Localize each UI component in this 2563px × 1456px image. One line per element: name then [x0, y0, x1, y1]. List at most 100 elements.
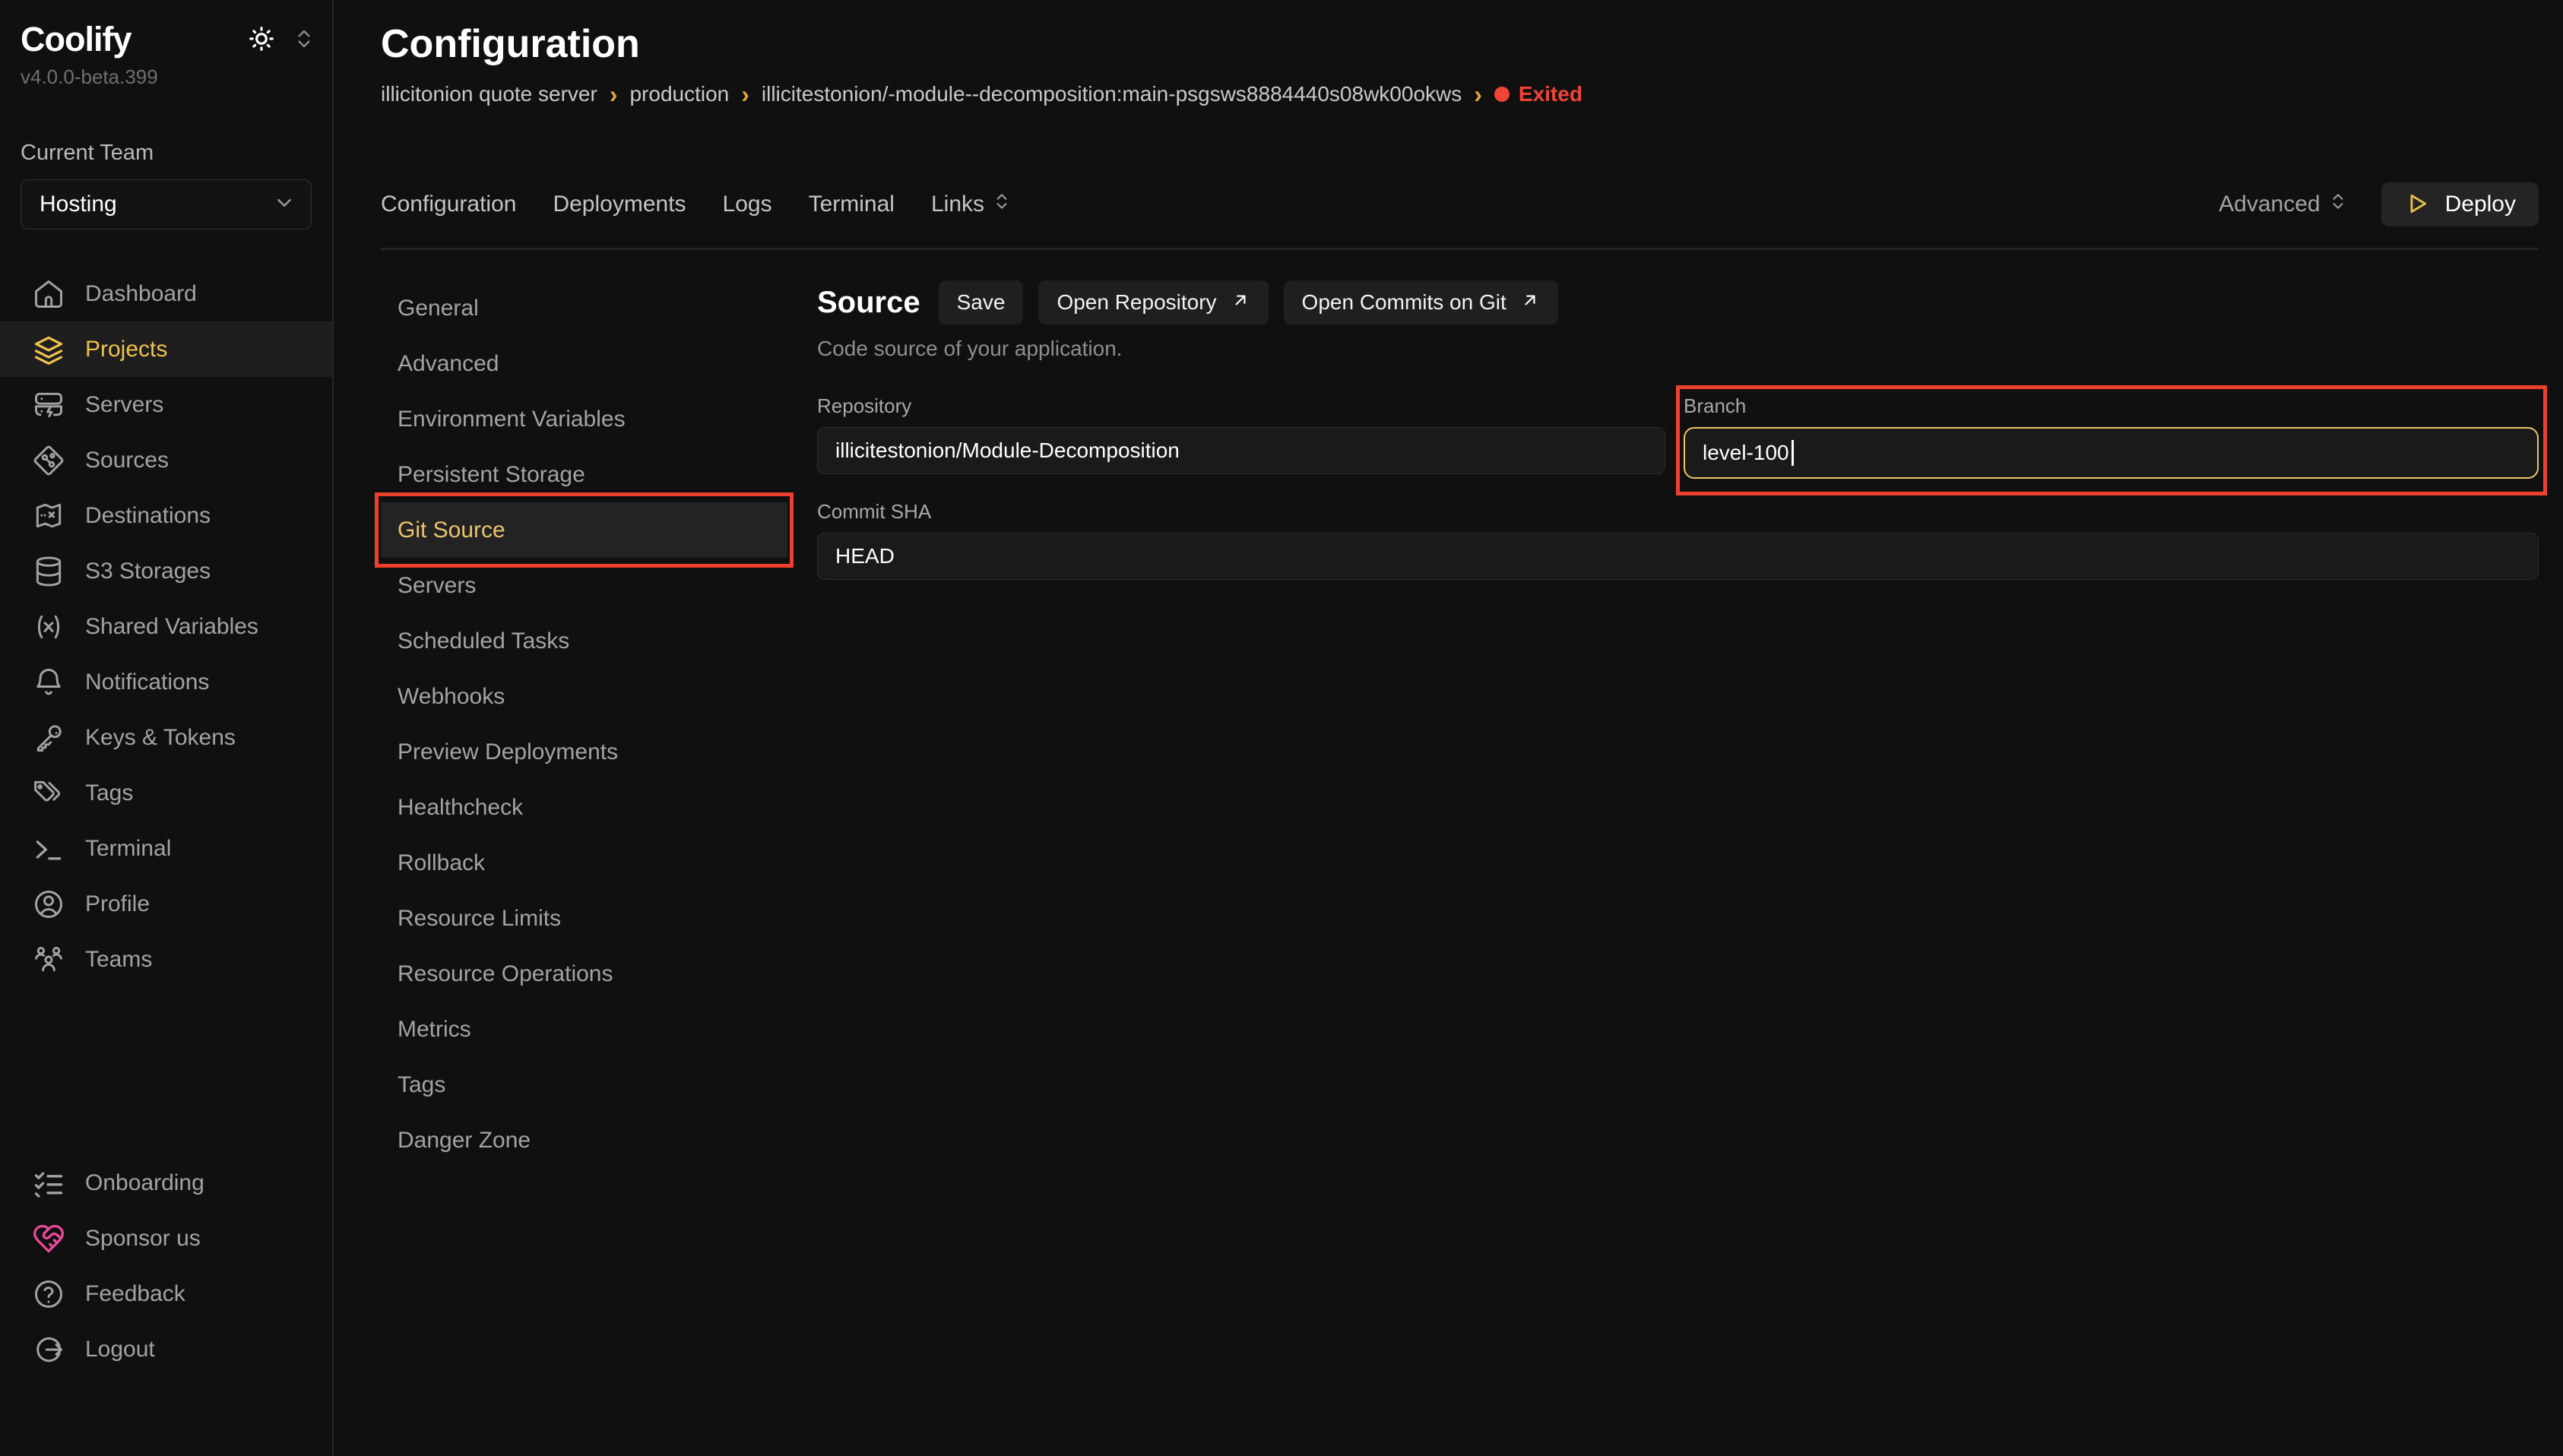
heart-hands-icon [32, 1222, 65, 1255]
chevron-right-icon: › [1474, 84, 1482, 105]
sidebar-item-dashboard[interactable]: Dashboard [0, 266, 332, 321]
section-title: Source [817, 286, 920, 320]
sidebar-item-teams[interactable]: Teams [0, 932, 332, 987]
tab-logs[interactable]: Logs [723, 191, 772, 217]
breadcrumb-application[interactable]: illicitestonion/-module--decomposition:m… [762, 82, 1462, 106]
subnav-git-source[interactable]: Git Source [381, 502, 787, 558]
subnav-rollback[interactable]: Rollback [381, 835, 787, 891]
git-source-panel: Source Save Open Repository Open Commits… [817, 280, 2539, 1168]
sidebar-item-onboarding[interactable]: Onboarding [0, 1155, 332, 1211]
layers-icon [32, 333, 65, 366]
sidebar-item-tags[interactable]: Tags [0, 765, 332, 821]
breadcrumb-project[interactable]: illicitonion quote server [381, 82, 597, 106]
database-icon [32, 555, 65, 588]
bell-icon [32, 666, 65, 699]
subnav-preview-deployments[interactable]: Preview Deployments [381, 724, 787, 780]
branch-label: Branch [1684, 394, 2539, 418]
branch-input[interactable]: level-100 [1684, 427, 2539, 479]
subnav-scheduled-tasks[interactable]: Scheduled Tasks [381, 613, 787, 669]
coolify-app: Coolify v4.0.0-beta.399 Current Team Hos… [0, 0, 2563, 1456]
chevrons-up-down-icon [992, 191, 1012, 217]
subnav-environment-variables[interactable]: Environment Variables [381, 391, 787, 447]
tab-links[interactable]: Links [931, 191, 1012, 217]
page-title: Configuration [381, 20, 2539, 68]
team-select[interactable]: Hosting [21, 179, 312, 229]
sidebar-nav: Dashboard Projects Servers Sources Desti… [0, 266, 332, 987]
sidebar-item-projects[interactable]: Projects [0, 321, 332, 377]
sidebar-footer-nav: Onboarding Sponsor us Feedback Logout [0, 1155, 332, 1377]
app-logo: Coolify [21, 20, 131, 59]
main-content: Configuration illicitonion quote server … [334, 0, 2563, 1456]
tab-terminal[interactable]: Terminal [809, 191, 895, 217]
sidebar-collapse-button[interactable] [293, 27, 315, 52]
help-circle-icon [32, 1277, 65, 1311]
open-repository-button[interactable]: Open Repository [1038, 280, 1268, 324]
section-description: Code source of your application. [817, 337, 2539, 361]
breadcrumb: illicitonion quote server › production ›… [381, 81, 2539, 108]
subnav-general[interactable]: General [381, 280, 787, 336]
config-subnav: General Advanced Environment Variables P… [381, 280, 787, 1168]
subnav-danger-zone[interactable]: Danger Zone [381, 1113, 787, 1168]
chevron-right-icon: › [610, 84, 618, 105]
tab-bar: Configuration Deployments Logs Terminal … [381, 181, 2539, 228]
subnav-advanced[interactable]: Advanced [381, 336, 787, 391]
status-text: Exited [1519, 82, 1582, 106]
subnav-webhooks[interactable]: Webhooks [381, 669, 787, 724]
key-icon [32, 721, 65, 755]
chevron-right-icon: › [741, 84, 749, 105]
git-source-icon [32, 444, 65, 477]
repository-input[interactable] [817, 427, 1665, 474]
subnav-servers[interactable]: Servers [381, 558, 787, 613]
subnav-resource-limits[interactable]: Resource Limits [381, 891, 787, 946]
arrow-up-right-icon [1231, 290, 1250, 315]
terminal-icon [32, 832, 65, 866]
chevrons-up-down-icon [2328, 191, 2348, 217]
status-dot-icon [1494, 87, 1510, 102]
branch-field: Branch level-100 [1684, 394, 2539, 479]
sidebar-item-sources[interactable]: Sources [0, 432, 332, 488]
subnav-persistent-storage[interactable]: Persistent Storage [381, 447, 787, 502]
tab-configuration[interactable]: Configuration [381, 191, 516, 217]
tab-divider [381, 248, 2539, 250]
subnav-metrics[interactable]: Metrics [381, 1002, 787, 1057]
commit-sha-input[interactable] [817, 533, 2539, 580]
variable-icon [32, 610, 65, 644]
sidebar-item-destinations[interactable]: Destinations [0, 488, 332, 543]
save-button[interactable]: Save [939, 280, 1024, 324]
home-icon [32, 277, 65, 311]
logout-icon [32, 1333, 65, 1366]
server-icon [32, 388, 65, 422]
sidebar-item-terminal[interactable]: Terminal [0, 821, 332, 876]
sidebar-item-feedback[interactable]: Feedback [0, 1266, 332, 1321]
map-icon [32, 499, 65, 533]
sidebar-item-notifications[interactable]: Notifications [0, 654, 332, 710]
sidebar-item-keys-tokens[interactable]: Keys & Tokens [0, 710, 332, 765]
arrow-up-right-icon [1520, 290, 1540, 315]
sun-icon [247, 24, 276, 55]
theme-toggle-button[interactable] [247, 24, 276, 55]
text-caret [1792, 440, 1794, 466]
user-circle-icon [32, 888, 65, 921]
sidebar-item-logout[interactable]: Logout [0, 1321, 332, 1377]
tags-icon [32, 777, 65, 810]
subnav-healthcheck[interactable]: Healthcheck [381, 780, 787, 835]
commit-sha-label: Commit SHA [817, 500, 2539, 524]
sidebar-item-profile[interactable]: Profile [0, 876, 332, 932]
advanced-dropdown[interactable]: Advanced [2219, 191, 2347, 217]
breadcrumb-environment[interactable]: production [629, 82, 729, 106]
subnav-tags[interactable]: Tags [381, 1057, 787, 1113]
chevron-down-icon [273, 191, 296, 218]
team-select-value: Hosting [40, 191, 117, 217]
open-commits-button[interactable]: Open Commits on Git [1284, 280, 1558, 324]
chevrons-up-down-icon [293, 27, 315, 52]
play-icon [2404, 191, 2430, 219]
brand-row: Coolify [21, 20, 315, 59]
subnav-resource-operations[interactable]: Resource Operations [381, 946, 787, 1002]
app-version: v4.0.0-beta.399 [21, 65, 332, 89]
deploy-button[interactable]: Deploy [2381, 182, 2539, 226]
sidebar-item-shared-variables[interactable]: Shared Variables [0, 599, 332, 654]
sidebar-item-sponsor-us[interactable]: Sponsor us [0, 1211, 332, 1266]
sidebar-item-servers[interactable]: Servers [0, 377, 332, 432]
sidebar-item-s3-storages[interactable]: S3 Storages [0, 543, 332, 599]
tab-deployments[interactable]: Deployments [553, 191, 686, 217]
